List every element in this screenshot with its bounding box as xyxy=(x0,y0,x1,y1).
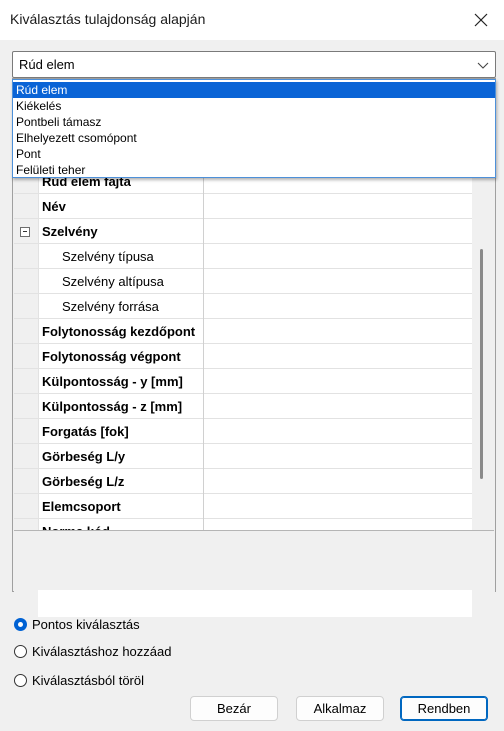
property-value[interactable] xyxy=(203,444,472,469)
property-label: Görbeség L/y xyxy=(38,444,203,469)
property-value[interactable] xyxy=(203,319,472,344)
property-row[interactable]: Folytonosság kezdőpont xyxy=(14,319,472,344)
radio-circle[interactable] xyxy=(14,644,27,658)
close-icon xyxy=(474,13,488,27)
scrollbar-thumb[interactable] xyxy=(480,249,483,479)
title-bar: Kiválasztás tulajdonság alapján xyxy=(0,0,504,40)
dropdown-option[interactable]: Felületi teher xyxy=(13,162,495,178)
dropdown-option[interactable]: Pontbeli támasz xyxy=(13,114,495,130)
chevron-down-icon xyxy=(477,62,489,69)
property-value[interactable] xyxy=(203,219,472,244)
radio-circle[interactable] xyxy=(14,617,27,631)
apply-button[interactable]: Alkalmaz xyxy=(296,696,384,721)
dropdown-option[interactable]: Pont xyxy=(13,146,495,162)
dropdown-option[interactable]: Kiékelés xyxy=(13,98,495,114)
property-row[interactable]: Folytonosság végpont xyxy=(14,344,472,369)
close-window-button[interactable] xyxy=(458,0,504,40)
radio-label: Kiválasztáshoz hozzáad xyxy=(32,643,172,659)
property-row[interactable]: Forgatás [fok] xyxy=(14,419,472,444)
ok-button[interactable]: Rendben xyxy=(400,696,488,721)
property-label: Folytonosság végpont xyxy=(38,344,203,369)
description-area xyxy=(14,530,494,590)
property-value[interactable] xyxy=(203,244,472,269)
property-label: Forgatás [fok] xyxy=(38,419,203,444)
dropdown-option[interactable]: Elhelyezett csomópont xyxy=(13,130,495,146)
minus-box-icon xyxy=(19,226,30,237)
property-row[interactable]: Szelvény típusa xyxy=(14,244,472,269)
property-label: Elemcsoport xyxy=(38,494,203,519)
combo-selected-value: Rúd elem xyxy=(19,57,75,72)
property-label: Szelvény altípusa xyxy=(38,269,203,294)
property-label: Szelvény forrása xyxy=(38,294,203,319)
property-label: Név xyxy=(38,194,203,219)
window-title: Kiválasztás tulajdonság alapján xyxy=(10,11,206,27)
close-button[interactable]: Bezár xyxy=(190,696,278,721)
selection-mode-radio[interactable]: Pontos kiválasztás xyxy=(14,614,140,634)
property-row[interactable]: Elemcsoport xyxy=(14,494,472,519)
property-value[interactable] xyxy=(203,344,472,369)
property-value[interactable] xyxy=(203,394,472,419)
radio-label: Pontos kiválasztás xyxy=(32,616,140,632)
radio-label: Kiválasztásból töröl xyxy=(32,672,144,688)
property-label: Szelvény típusa xyxy=(38,244,203,269)
property-row[interactable]: Külpontosság - y [mm] xyxy=(14,369,472,394)
selection-mode-radio[interactable]: Kiválasztáshoz hozzáad xyxy=(14,641,171,661)
dropdown-option[interactable]: Rúd elem xyxy=(13,82,495,98)
property-value[interactable] xyxy=(203,469,472,494)
selection-mode-radio[interactable]: Kiválasztásból töröl xyxy=(14,670,144,690)
property-label: Görbeség L/z xyxy=(38,469,203,494)
element-type-combo[interactable]: Rúd elem xyxy=(12,51,496,78)
radio-circle[interactable] xyxy=(14,673,27,687)
property-row[interactable]: Szelvény altípusa xyxy=(14,269,472,294)
property-value[interactable] xyxy=(203,494,472,519)
property-value[interactable] xyxy=(203,369,472,394)
element-type-dropdown-list[interactable]: Rúd elem Kiékelés Pontbeli támasz Elhelyeze… xyxy=(12,79,496,178)
property-row[interactable]: Külpontosság - z [mm] xyxy=(14,394,472,419)
property-value[interactable] xyxy=(203,194,472,219)
property-label: Külpontosság - y [mm] xyxy=(38,369,203,394)
property-value[interactable] xyxy=(203,269,472,294)
property-row[interactable]: Görbeség L/z xyxy=(14,469,472,494)
property-label: Folytonosság kezdőpont xyxy=(38,319,203,344)
property-value[interactable] xyxy=(203,294,472,319)
property-row[interactable]: Név xyxy=(14,194,472,219)
property-row[interactable]: Szelvény xyxy=(14,219,472,244)
property-label: Külpontosság - z [mm] xyxy=(38,394,203,419)
collapse-toggle[interactable] xyxy=(14,219,35,244)
property-row[interactable]: Szelvény forrása xyxy=(14,294,472,319)
property-label: Szelvény xyxy=(38,219,203,244)
property-row[interactable]: Görbeség L/y xyxy=(14,444,472,469)
property-value[interactable] xyxy=(203,419,472,444)
